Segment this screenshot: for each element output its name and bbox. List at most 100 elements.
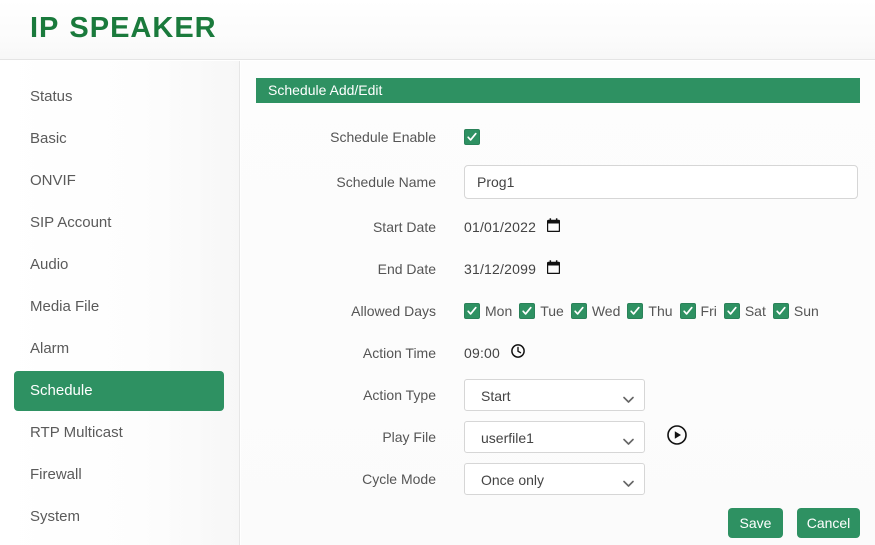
schedule-name-field (464, 158, 858, 206)
sidebar-item-label: Basic (30, 130, 67, 147)
row-action-time: Action Time 09:00 (241, 332, 875, 374)
sidebar-item-media-file[interactable]: Media File (14, 287, 224, 327)
sidebar-item-rtp-multicast[interactable]: RTP Multicast (14, 413, 224, 453)
day-label-sat: Sat (744, 303, 766, 319)
play-file-select[interactable]: userfile1 (464, 421, 645, 453)
allowed-days-group: Mon Tue Wed Thu Fri Sat Sun (464, 303, 819, 319)
sidebar-item-label: Status (30, 88, 73, 105)
schedule-enable-field (464, 116, 480, 158)
end-date-field: 31/12/2099 (464, 248, 561, 290)
sidebar-item-label: SIP Account (30, 214, 112, 231)
action-type-value: Start (481, 388, 511, 404)
day-toggle-fri[interactable]: Fri (679, 303, 717, 319)
action-time-label: Action Time (362, 345, 436, 361)
logo-text-ip: IP (30, 12, 60, 44)
row-play-file: Play File userfile1 (241, 416, 875, 458)
sidebar-item-label: Schedule (30, 382, 93, 399)
day-label-tue: Tue (540, 303, 564, 319)
row-allowed-days: Allowed Days Mon Tue Wed Thu Fri Sat Sun (241, 290, 875, 332)
sidebar-nav: Status Basic ONVIF SIP Account Audio Med… (0, 61, 240, 545)
row-start-date: Start Date 01/01/2022 (241, 206, 875, 248)
cancel-button[interactable]: Cancel (797, 508, 860, 538)
day-checkbox-sat[interactable] (723, 303, 740, 319)
play-file-field: userfile1 (464, 416, 687, 458)
row-schedule-enable: Schedule Enable (241, 116, 875, 158)
sidebar-item-firewall[interactable]: Firewall (14, 455, 224, 495)
allowed-days-field: Mon Tue Wed Thu Fri Sat Sun (464, 290, 819, 332)
day-toggle-sun[interactable]: Sun (772, 303, 819, 319)
content-area: Schedule Add/Edit Schedule Enable Schedu… (241, 61, 875, 545)
schedule-name-input[interactable] (464, 165, 858, 199)
day-toggle-mon[interactable]: Mon (464, 303, 512, 319)
panel-title: Schedule Add/Edit (256, 78, 860, 103)
calendar-icon[interactable] (546, 217, 561, 237)
sidebar-item-label: Audio (30, 256, 69, 273)
action-time-value: 09:00 (464, 345, 501, 361)
logo-text-speaker: SPEAKER (69, 12, 217, 44)
action-type-label: Action Type (363, 387, 436, 403)
day-checkbox-tue[interactable] (519, 303, 536, 319)
schedule-enable-checkbox[interactable] (464, 129, 480, 145)
sidebar-item-audio[interactable]: Audio (14, 245, 224, 285)
app-header: IP SPEAKER (0, 0, 875, 60)
cycle-mode-value: Once only (481, 472, 545, 488)
day-checkbox-wed[interactable] (570, 303, 587, 319)
action-time-input[interactable]: 09:00 (464, 343, 525, 363)
play-file-value: userfile1 (481, 430, 534, 446)
day-label-mon: Mon (485, 303, 513, 319)
day-label-wed: Wed (591, 303, 621, 319)
sidebar-item-alarm[interactable]: Alarm (14, 329, 224, 369)
sidebar-item-schedule[interactable]: Schedule (14, 371, 224, 411)
save-button[interactable]: Save (728, 508, 783, 538)
end-date-input[interactable]: 31/12/2099 (464, 259, 561, 279)
chevron-down-icon (623, 475, 634, 493)
day-toggle-tue[interactable]: Tue (519, 303, 564, 319)
action-type-select[interactable]: Start (464, 379, 645, 411)
sidebar-item-basic[interactable]: Basic (14, 119, 224, 159)
day-toggle-thu[interactable]: Thu (627, 303, 673, 319)
action-type-field: Start (464, 374, 645, 416)
sidebar-item-sip-account[interactable]: SIP Account (14, 203, 224, 243)
clock-icon[interactable] (511, 343, 525, 363)
day-checkbox-fri[interactable] (679, 303, 696, 319)
schedule-name-label: Schedule Name (336, 174, 436, 190)
day-label-thu: Thu (648, 303, 673, 319)
calendar-icon[interactable] (546, 259, 561, 279)
sidebar-item-label: Media File (30, 298, 100, 315)
day-toggle-sat[interactable]: Sat (723, 303, 766, 319)
day-checkbox-thu[interactable] (627, 303, 644, 319)
chevron-down-icon (623, 391, 634, 409)
day-toggle-wed[interactable]: Wed (570, 303, 621, 319)
row-end-date: End Date 31/12/2099 (241, 248, 875, 290)
day-checkbox-mon[interactable] (464, 303, 480, 319)
row-action-type: Action Type Start (241, 374, 875, 416)
day-checkbox-sun[interactable] (772, 303, 789, 319)
sidebar-item-label: Alarm (30, 340, 70, 357)
start-date-label: Start Date (372, 219, 436, 235)
start-date-value: 01/01/2022 (464, 219, 537, 235)
play-file-label: Play File (382, 429, 436, 445)
sidebar-item-label: Firewall (30, 466, 82, 483)
schedule-enable-label: Schedule Enable (330, 129, 436, 145)
action-time-field: 09:00 (464, 332, 525, 374)
row-schedule-name: Schedule Name (241, 158, 875, 206)
start-date-field: 01/01/2022 (464, 206, 561, 248)
cycle-mode-select[interactable]: Once only (464, 463, 645, 495)
sidebar-item-status[interactable]: Status (14, 77, 224, 117)
day-label-fri: Fri (700, 303, 717, 319)
sidebar-item-onvif[interactable]: ONVIF (14, 161, 224, 201)
sidebar-item-label: RTP Multicast (30, 424, 123, 441)
day-label-sun: Sun (793, 303, 819, 319)
allowed-days-label: Allowed Days (351, 303, 436, 319)
row-cycle-mode: Cycle Mode Once only (241, 458, 875, 500)
chevron-down-icon (623, 433, 634, 451)
end-date-value: 31/12/2099 (464, 261, 537, 277)
app-logo: IP SPEAKER (30, 12, 217, 45)
cycle-mode-field: Once only (464, 458, 645, 500)
sidebar-item-system[interactable]: System (14, 497, 224, 537)
play-circle-icon[interactable] (667, 424, 687, 450)
start-date-input[interactable]: 01/01/2022 (464, 217, 561, 237)
app-window: IP SPEAKER Status Basic ONVIF SIP Account… (0, 0, 875, 545)
sidebar-item-label: ONVIF (30, 172, 76, 189)
end-date-label: End Date (377, 261, 436, 277)
